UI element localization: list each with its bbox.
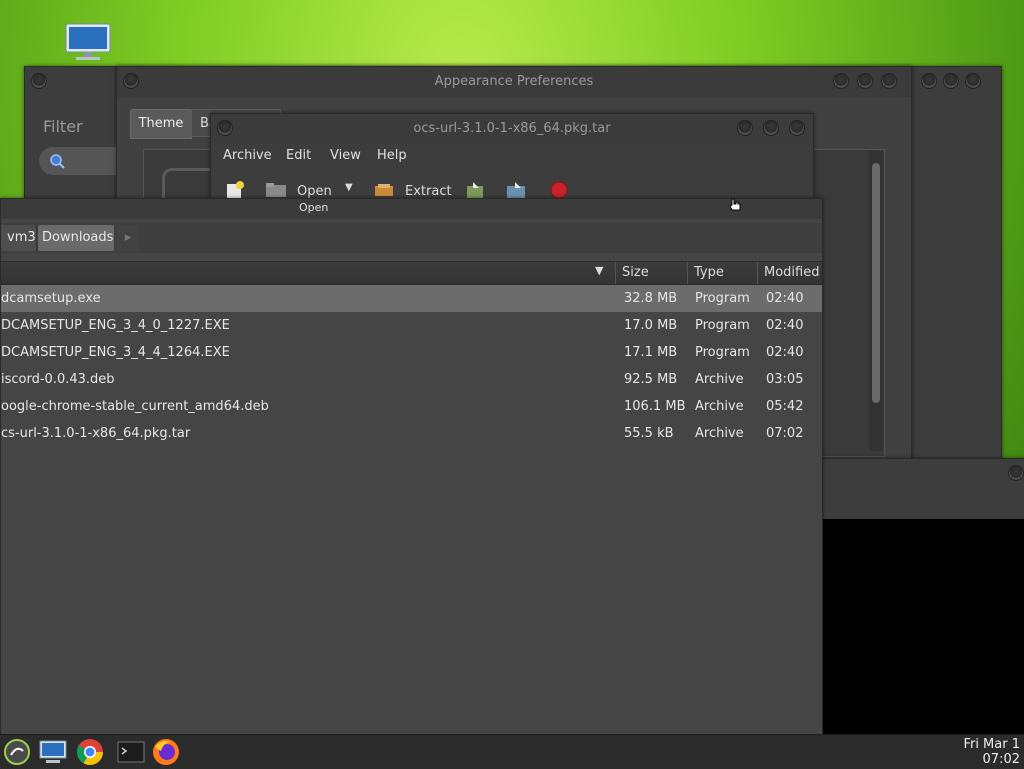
column-type[interactable]: Type	[687, 262, 757, 284]
file-size: 55.5 kB	[624, 426, 674, 441]
file-size: 17.0 MB	[624, 318, 678, 333]
column-header: ▼ Size Type Modified	[1, 261, 822, 285]
menu-help[interactable]: Help	[377, 148, 407, 163]
terminal-window	[821, 458, 1024, 736]
file-row[interactable]: oogle-chrome-stable_current_amd64.deb 10…	[1, 393, 822, 420]
file-modified: 02:40	[766, 345, 804, 360]
sort-arrow-icon[interactable]: ▼	[595, 264, 603, 277]
stop-icon[interactable]	[549, 180, 569, 200]
menu-view[interactable]: View	[330, 148, 361, 163]
file-row[interactable]: DCAMSETUP_ENG_3_4_4_1264.EXE 17.1 MB Pro…	[1, 339, 822, 366]
file-row[interactable]: dcamsetup.exe 32.8 MB Program 02:40	[1, 285, 822, 312]
file-type: Program	[695, 291, 750, 306]
file-name: cs-url-3.1.0-1-x86_64.pkg.tar	[1, 426, 191, 441]
archive-manager-window: ocs-url-3.1.0-1-x86_64.pkg.tar Archive E…	[210, 113, 814, 205]
scrollbar-thumb[interactable]	[872, 163, 880, 403]
file-name: DCAMSETUP_ENG_3_4_0_1227.EXE	[1, 318, 230, 333]
file-name: DCAMSETUP_ENG_3_4_4_1264.EXE	[1, 345, 230, 360]
file-modified: 05:42	[766, 399, 804, 414]
window-menu-button[interactable]	[217, 120, 233, 136]
taskbar: Fri Mar 1 07:02	[0, 734, 1024, 769]
menu-archive[interactable]: Archive	[223, 148, 272, 163]
file-size: 106.1 MB	[624, 399, 686, 414]
close-button[interactable]	[789, 120, 805, 136]
maximize-button[interactable]	[857, 73, 873, 89]
dialog-titlebar: Open	[1, 199, 822, 219]
scrollbar[interactable]	[869, 151, 883, 451]
search-icon	[50, 154, 65, 169]
file-type: Archive	[695, 372, 744, 387]
file-size: 92.5 MB	[624, 372, 678, 387]
path-crumb-vm3[interactable]: vm3	[1, 225, 37, 251]
open-dropdown-icon[interactable]: ▼	[345, 182, 353, 193]
file-modified: 02:40	[766, 291, 804, 306]
clock-date: Fri Mar 1	[963, 737, 1020, 752]
file-name: dcamsetup.exe	[1, 291, 101, 306]
menubar: Archive Edit View Help	[211, 144, 813, 170]
window-menu-button[interactable]	[1008, 465, 1024, 481]
column-size[interactable]: Size	[615, 262, 687, 284]
terminal-icon[interactable]	[116, 737, 146, 767]
tab-theme[interactable]: Theme	[130, 109, 192, 139]
file-modified: 07:02	[766, 426, 804, 441]
window-menu-button[interactable]	[123, 73, 139, 89]
extract-icon[interactable]	[373, 182, 395, 198]
file-modified: 03:05	[766, 372, 804, 387]
open-button[interactable]: Open	[297, 184, 332, 199]
clock[interactable]: Fri Mar 1 07:02	[963, 737, 1020, 767]
menu-icon[interactable]	[2, 737, 32, 767]
file-name: iscord-0.0.43.deb	[1, 372, 115, 387]
file-row[interactable]: cs-url-3.1.0-1-x86_64.pkg.tar 55.5 kB Ar…	[1, 420, 822, 447]
window-menu-button[interactable]	[31, 73, 47, 89]
hand-cursor-icon	[729, 198, 741, 211]
close-button[interactable]	[965, 73, 981, 89]
file-type: Program	[695, 318, 750, 333]
minimize-button[interactable]	[921, 73, 937, 89]
minimize-button[interactable]	[833, 73, 849, 89]
file-size: 32.8 MB	[624, 291, 678, 306]
maximize-button[interactable]	[763, 120, 779, 136]
file-row[interactable]: iscord-0.0.43.deb 92.5 MB Archive 03:05	[1, 366, 822, 393]
window-title: Appearance Preferences	[117, 67, 911, 97]
add-files-icon[interactable]	[465, 180, 487, 200]
filter-label: Filter	[43, 117, 83, 136]
window-title: ocs-url-3.1.0-1-x86_64.pkg.tar	[211, 114, 813, 144]
path-crumb-downloads[interactable]: Downloads	[38, 225, 114, 251]
chrome-icon[interactable]	[75, 737, 105, 767]
computer-icon[interactable]	[38, 737, 68, 767]
file-type: Program	[695, 345, 750, 360]
maximize-button[interactable]	[943, 73, 959, 89]
path-next-icon[interactable]: ▸	[117, 225, 139, 251]
file-row[interactable]: DCAMSETUP_ENG_3_4_0_1227.EXE 17.0 MB Pro…	[1, 312, 822, 339]
clock-time: 07:02	[982, 752, 1020, 767]
extract-button[interactable]: Extract	[405, 184, 452, 199]
dialog-title: Open	[299, 201, 329, 214]
minimize-button[interactable]	[737, 120, 753, 136]
new-archive-icon[interactable]	[225, 180, 245, 200]
file-type: Archive	[695, 399, 744, 414]
path-bar: vm3 Downloads ▸	[1, 223, 822, 253]
file-chooser-dialog: Open vm3 Downloads ▸ ▼ Size Type Modifie…	[0, 198, 823, 736]
menu-edit[interactable]: Edit	[286, 148, 311, 163]
file-name: oogle-chrome-stable_current_amd64.deb	[1, 399, 269, 414]
file-type: Archive	[695, 426, 744, 441]
firefox-icon[interactable]	[151, 737, 181, 767]
add-folder-icon[interactable]	[505, 180, 527, 200]
folder-open-icon[interactable]	[265, 182, 287, 198]
close-button[interactable]	[881, 73, 897, 89]
column-modified[interactable]: Modified	[757, 262, 822, 284]
file-size: 17.1 MB	[624, 345, 678, 360]
file-modified: 02:40	[766, 318, 804, 333]
computer-icon[interactable]	[64, 22, 112, 62]
terminal-body[interactable]	[822, 519, 1024, 735]
